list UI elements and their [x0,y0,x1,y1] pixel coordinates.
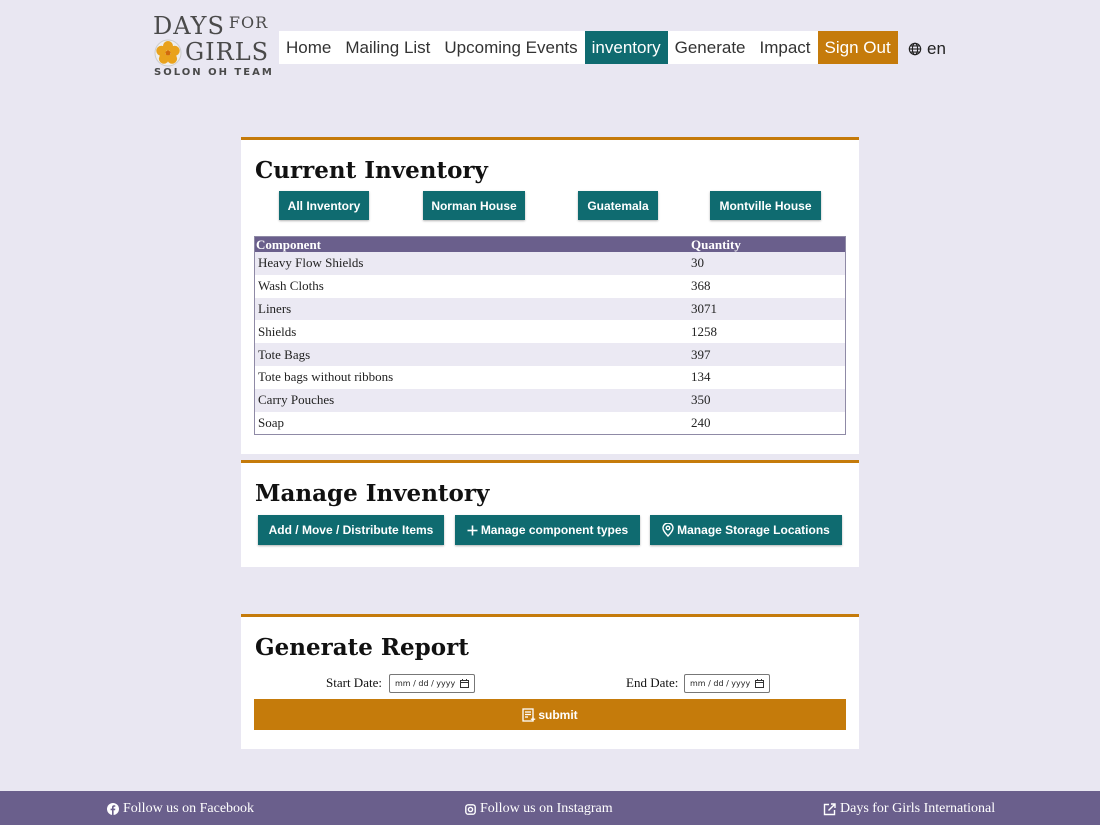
end-date-label: End Date: [626,675,679,690]
add-move-distribute-button[interactable]: Add / Move / Distribute Items [258,515,444,545]
manage-component-types-button[interactable]: Manage component types [455,515,640,545]
filter-norman-house-button[interactable]: Norman House [423,191,525,220]
table-row: Wash Cloths 368 [255,275,845,298]
start-date-placeholder: mm / dd / yyyy [395,679,456,688]
nav-impact[interactable]: Impact [753,31,818,64]
nav-inventory[interactable]: inventory [584,31,668,64]
language-selector[interactable]: en [908,39,946,59]
report-icon [522,707,536,722]
manage-storage-locations-label: Manage Storage Locations [677,523,830,537]
external-link-icon [823,802,836,815]
table-row: Tote bags without ribbons 134 [255,366,845,389]
table-row: Liners 3071 [255,297,845,321]
component-cell: Tote bags without ribbons [258,369,394,385]
manage-inventory-card: Manage Inventory Add / Move / Distribute… [241,460,859,567]
filter-guatemala-button[interactable]: Guatemala [578,191,658,220]
quantity-cell: 350 [691,392,711,408]
sign-out-button[interactable]: Sign Out [817,31,898,64]
table-row: Shields 1258 [255,320,845,343]
generate-report-title: Generate Report [255,634,469,661]
facebook-label: Follow us on Facebook [123,801,255,816]
calendar-icon [460,679,469,688]
calendar-icon [755,679,764,688]
filter-montville-house-button[interactable]: Montville House [710,191,821,220]
quantity-cell: 134 [691,369,711,385]
generate-report-card: Generate Report Start Date: mm / dd / yy… [241,614,859,749]
current-inventory-title: Current Inventory [255,157,488,184]
logo-girls: GIRLS [185,38,270,66]
quantity-cell: 397 [691,346,711,362]
instagram-label: Follow us on Instagram [480,801,613,816]
map-pin-icon [662,523,674,537]
plus-icon [467,525,478,535]
table-row: Carry Pouches 350 [255,388,845,412]
component-cell: Carry Pouches [258,392,335,408]
instagram-icon [465,803,476,815]
nav-mailing-list[interactable]: Mailing List [338,31,437,64]
facebook-icon [107,803,119,815]
submit-label: submit [538,707,578,722]
end-date-input[interactable]: mm / dd / yyyy [684,674,770,693]
start-date-label: Start Date: [326,675,382,690]
quantity-cell: 30 [691,255,704,271]
quantity-cell: 368 [691,278,711,294]
submit-report-button[interactable]: submit [254,699,846,730]
manage-component-types-label: Manage component types [480,523,629,537]
filter-all-inventory-button[interactable]: All Inventory [279,191,369,220]
component-cell: Tote Bags [258,346,311,362]
header-component: Component [256,237,322,252]
nav-upcoming-events[interactable]: Upcoming Events [437,31,584,64]
globe-icon [908,42,922,56]
inventory-table: Component Quantity Heavy Flow Shields 30… [254,236,846,436]
start-date-input[interactable]: mm / dd / yyyy [389,674,475,693]
quantity-cell: 3071 [691,300,717,316]
manage-storage-locations-button[interactable]: Manage Storage Locations [650,515,842,545]
main-nav: Home Mailing List Upcoming Events invent… [279,31,898,64]
days-for-girls-international-link[interactable]: Days for Girls International [823,801,995,817]
logo[interactable]: DAYS FOR GIRLS SOLON OH TEAM [153,12,274,80]
table-body: Heavy Flow Shields 30 Wash Cloths 368 Li… [255,252,845,434]
current-inventory-card: Current Inventory All Inventory Norman H… [241,137,859,454]
facebook-link[interactable]: Follow us on Facebook [107,801,254,817]
language-label: en [927,39,946,58]
component-cell: Shields [258,323,297,339]
nav-generate[interactable]: Generate [668,31,753,64]
flower-logo-icon [154,39,182,67]
table-row: Soap 240 [255,412,845,435]
component-cell: Wash Cloths [258,278,324,294]
footer: Follow us on Facebook Follow us on Insta… [0,791,1100,825]
table-row: Tote Bags 397 [255,343,845,366]
component-cell: Soap [258,414,284,430]
table-row: Heavy Flow Shields 30 [255,252,845,275]
instagram-link[interactable]: Follow us on Instagram [465,801,613,817]
international-label: Days for Girls International [840,801,996,816]
nav-home[interactable]: Home [279,31,338,64]
logo-team: SOLON OH TEAM [154,67,274,78]
end-date-placeholder: mm / dd / yyyy [690,679,751,688]
header-quantity: Quantity [691,237,741,252]
logo-days-for: DAYS FOR [153,12,269,40]
quantity-cell: 240 [691,414,711,430]
table-header: Component Quantity [255,237,845,252]
component-cell: Heavy Flow Shields [258,255,364,271]
component-cell: Liners [258,300,292,316]
manage-inventory-title: Manage Inventory [255,480,490,507]
quantity-cell: 1258 [691,323,717,339]
